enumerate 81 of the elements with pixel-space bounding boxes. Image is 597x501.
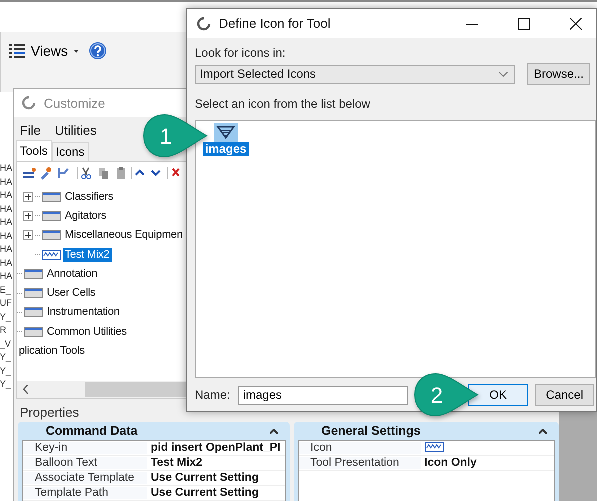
cut-text: UF bbox=[0, 297, 13, 310]
wave-icon bbox=[42, 250, 61, 260]
cut-text: HA bbox=[0, 162, 13, 175]
cut-text: HA bbox=[0, 230, 13, 242]
cut-text: _V bbox=[0, 338, 12, 351]
property-name: Key-in bbox=[23, 442, 147, 454]
scroll-left-icon[interactable] bbox=[23, 385, 29, 394]
tree-item[interactable]: Common Utilities bbox=[45, 324, 129, 339]
collapse-icon[interactable] bbox=[539, 428, 547, 434]
property-value[interactable]: Icon Only bbox=[420, 457, 477, 469]
folder-bar-icon bbox=[42, 192, 61, 202]
funnel-icon[interactable] bbox=[214, 123, 238, 142]
name-field[interactable]: images bbox=[238, 386, 408, 404]
cancel-button[interactable]: Cancel bbox=[535, 384, 594, 406]
property-name: Associate Template bbox=[23, 472, 147, 484]
tree-item[interactable]: User Cells bbox=[45, 286, 98, 300]
section-title: Properties bbox=[19, 404, 80, 420]
cut-text: Y_ bbox=[0, 378, 12, 391]
tree-item[interactable]: Agitators bbox=[63, 208, 109, 223]
chevron-down-icon bbox=[499, 72, 508, 76]
panel-title: Command Data bbox=[46, 424, 138, 438]
cut-text: E_ bbox=[0, 284, 12, 297]
folder-dropdown[interactable]: Import Selected Icons bbox=[195, 64, 515, 84]
caret-icon bbox=[74, 50, 80, 52]
cut-text: HA bbox=[0, 176, 13, 188]
expand-icon[interactable] bbox=[23, 192, 33, 202]
menu-item[interactable]: Utilities bbox=[54, 123, 97, 138]
folder-bar-icon bbox=[24, 268, 43, 279]
close-icon[interactable] bbox=[570, 18, 582, 30]
property-name: Icon bbox=[298, 442, 420, 454]
step-callout: 2 bbox=[413, 372, 479, 418]
cut-text: Y_ bbox=[0, 310, 12, 324]
cut-text: HA bbox=[0, 216, 13, 229]
panel-title: General Settings bbox=[322, 424, 421, 438]
window-title: Define Icon for Tool bbox=[219, 16, 332, 31]
cut-text: HA bbox=[0, 256, 13, 270]
folder-bar-icon bbox=[42, 230, 61, 240]
cut-text: HA bbox=[0, 202, 13, 216]
tree-item[interactable]: Annotation bbox=[45, 266, 100, 281]
cut-text: HA bbox=[0, 189, 13, 202]
collapse-icon[interactable] bbox=[270, 428, 278, 434]
expand-icon[interactable] bbox=[23, 210, 33, 221]
cut-text: Y_ bbox=[0, 351, 12, 364]
folder-bar-icon bbox=[42, 210, 61, 221]
property-name: Balloon Text bbox=[23, 457, 147, 469]
menu-item[interactable]: File bbox=[20, 123, 41, 138]
tab[interactable]: Tools bbox=[16, 140, 52, 161]
tree-item[interactable]: Classifiers bbox=[63, 190, 116, 204]
browse-button[interactable]: Browse... bbox=[527, 63, 590, 85]
cut-text: R bbox=[0, 324, 8, 337]
maximize-icon[interactable] bbox=[518, 18, 530, 30]
tree-item[interactable]: Miscellaneous Equipmen bbox=[63, 228, 185, 242]
list-icon[interactable] bbox=[9, 43, 25, 59]
cut-text: HA bbox=[0, 243, 13, 256]
tab[interactable]: Icons bbox=[52, 142, 89, 161]
property-value[interactable]: Test Mix2 bbox=[147, 457, 203, 469]
property-value[interactable]: Use Current Setting bbox=[147, 472, 259, 484]
cut-text: HA bbox=[0, 270, 13, 283]
wave-icon[interactable] bbox=[424, 442, 444, 452]
folder-bar-icon bbox=[24, 288, 43, 298]
folder-bar-icon bbox=[24, 326, 43, 337]
expand-icon[interactable] bbox=[23, 230, 33, 240]
property-name: Template Path bbox=[23, 487, 147, 499]
tree-item[interactable]: Instrumentation bbox=[45, 305, 122, 320]
list-label: Select an icon from the list below bbox=[195, 97, 372, 111]
app-logo-icon bbox=[22, 96, 36, 110]
ok-button[interactable]: OK bbox=[468, 384, 528, 406]
field-label: Name: bbox=[195, 388, 230, 402]
tree-item[interactable]: Test Mix2 bbox=[63, 248, 112, 262]
cut-text: Y_ bbox=[0, 364, 12, 378]
app-logo-icon bbox=[197, 16, 211, 30]
field-label: Look for icons in: bbox=[195, 46, 287, 60]
property-value[interactable]: pid insert OpenPlant_PI bbox=[147, 442, 281, 454]
property-value[interactable]: Use Current Setting bbox=[147, 487, 259, 499]
help-icon[interactable] bbox=[89, 42, 108, 60]
folder-bar-icon bbox=[24, 307, 43, 318]
property-name: Tool Presentation bbox=[298, 457, 420, 469]
tree-item[interactable]: plication Tools bbox=[17, 344, 87, 358]
window-title: Customize bbox=[44, 96, 106, 110]
views-menu[interactable]: Views bbox=[29, 43, 70, 59]
icon-label[interactable]: images bbox=[203, 142, 249, 156]
